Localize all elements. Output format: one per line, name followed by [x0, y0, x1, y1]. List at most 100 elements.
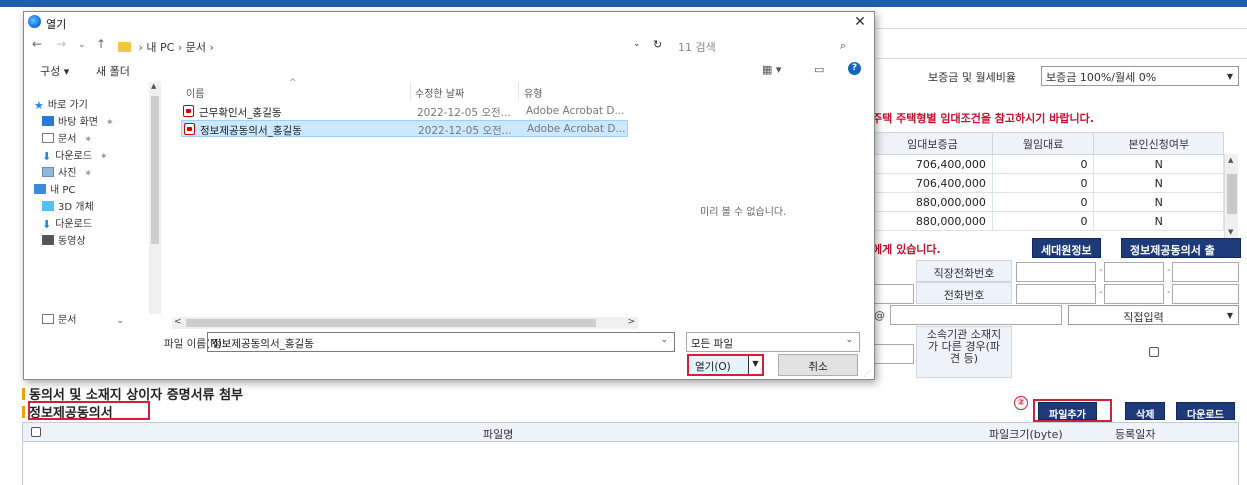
rent-table: 임대보증금 월임대료 본인신청여부 706,400,000 0 N 706,40…: [872, 132, 1224, 231]
section-marker: [22, 388, 25, 400]
view-options-icon[interactable]: ▦ ▾: [762, 63, 781, 76]
dash: -: [1099, 265, 1103, 276]
scrollbar-thumb[interactable]: [151, 96, 159, 244]
email-domain-value: 직접입력: [1123, 311, 1164, 324]
step-2-marker: ②: [1014, 396, 1028, 410]
breadcrumb-documents[interactable]: 문서: [186, 41, 206, 54]
nav-label: 사진: [58, 168, 77, 179]
cancel-button[interactable]: 취소: [778, 354, 858, 376]
breadcrumb-separator: ›: [177, 41, 183, 54]
back-arrow-icon[interactable]: ←: [32, 37, 42, 51]
download-button[interactable]: 다운로드: [1176, 402, 1235, 421]
work-phone-last-input[interactable]: [1172, 262, 1239, 282]
browser-icon: [28, 15, 41, 28]
column-name[interactable]: 이름: [186, 85, 204, 100]
scroll-up-icon[interactable]: ▲: [151, 82, 156, 90]
work-phone-area-input[interactable]: [1016, 262, 1096, 282]
preview-pane-icon[interactable]: ▭: [814, 63, 824, 76]
phone-area-input[interactable]: [1016, 284, 1096, 304]
open-button-label: 열기(O): [695, 361, 731, 373]
nav-downloads[interactable]: ⬇ 다운로드 ✶: [42, 147, 108, 163]
nav-documents-bottom[interactable]: 문서 ⌄: [42, 311, 124, 326]
pin-icon: ✶: [84, 135, 92, 145]
scrollbar-thumb[interactable]: [186, 319, 596, 327]
nav-this-pc[interactable]: 내 PC: [34, 181, 75, 196]
file-name-value: 정보제공동의서_홍길동: [212, 338, 314, 350]
work-phone-mid-input[interactable]: [1104, 262, 1164, 282]
help-icon[interactable]: ?: [848, 62, 861, 75]
household-info-button[interactable]: 세대원정보: [1032, 238, 1101, 258]
file-row[interactable]: 근무확인서_홍길동 2022-12-05 오전... Adobe Acrobat…: [181, 103, 628, 120]
email-domain-select[interactable]: 직접입력 ▼: [1068, 305, 1239, 325]
consent-form-print-button[interactable]: 정보제공동의서 출: [1121, 238, 1241, 258]
cell-rent: 0: [991, 192, 1095, 212]
housing-type-notice: 주택 주택형별 임대조건을 참고하시기 바랍니다.: [872, 112, 1094, 125]
agency-address-checkbox[interactable]: [1149, 347, 1159, 357]
breadcrumb-pc[interactable]: 내 PC: [146, 41, 174, 54]
table-row[interactable]: 880,000,000 0 N: [872, 211, 1224, 231]
file-type-select[interactable]: 모든 파일 ⌄: [686, 332, 860, 352]
delete-button[interactable]: 삭제: [1125, 402, 1166, 421]
organize-menu[interactable]: 구성 ▾: [40, 63, 69, 79]
file-name-input[interactable]: 정보제공동의서_홍길동 ⌄: [207, 332, 675, 352]
nav-documents[interactable]: 문서 ✶: [42, 130, 92, 145]
refresh-icon[interactable]: ↻: [653, 38, 662, 51]
select-all-checkbox[interactable]: [31, 427, 41, 437]
search-input[interactable]: 11 검색 ⌕: [668, 36, 856, 56]
pc-icon: [34, 184, 46, 194]
email-domain-input[interactable]: [890, 305, 1062, 325]
column-modified[interactable]: 수정한 날짜: [415, 85, 464, 100]
table-row[interactable]: 880,000,000 0 N: [872, 192, 1224, 212]
nav-downloads-pc[interactable]: ⬇ 다운로드: [42, 215, 93, 231]
new-folder-button[interactable]: 새 폴더: [96, 63, 130, 79]
column-type[interactable]: 유형: [524, 85, 542, 100]
nav-desktop[interactable]: 바탕 화면 ✶: [42, 113, 114, 128]
forward-arrow-icon[interactable]: →: [56, 37, 66, 51]
3d-objects-icon: [42, 201, 54, 211]
nav-3d-objects[interactable]: 3D 개체: [42, 198, 94, 213]
file-name: 정보제공동의서_홍길동: [200, 125, 302, 137]
open-file-dialog: 열기 ✕ ← → ⌄ ↑ › 내 PC › 문서 › ⌄ ↻ 11 검색 ⌕ 구…: [23, 11, 875, 380]
chevron-down-icon[interactable]: ⌄: [116, 316, 124, 326]
phone-last-input[interactable]: [1172, 284, 1239, 304]
open-dropdown-icon[interactable]: ▼: [748, 356, 762, 374]
recent-locations-icon[interactable]: ⌄: [78, 40, 86, 50]
scroll-up-icon[interactable]: ▲: [1228, 156, 1233, 164]
pictures-icon: [42, 167, 54, 177]
address-bar[interactable]: › 내 PC › 문서 › ⌄ ↻: [118, 36, 674, 56]
close-icon[interactable]: ✕: [850, 14, 870, 30]
file-list-hscrollbar[interactable]: < >: [172, 317, 638, 329]
phone-mid-input[interactable]: [1104, 284, 1164, 304]
nav-label: 다운로드: [55, 151, 93, 162]
scroll-right-icon[interactable]: >: [627, 317, 635, 327]
table-row[interactable]: 706,400,000 0 N: [872, 154, 1224, 174]
chevron-down-icon[interactable]: ⌄: [633, 39, 641, 49]
nav-videos[interactable]: 동영상: [42, 232, 86, 247]
responsibility-notice: 에게 있습니다.: [872, 243, 941, 256]
chevron-down-icon[interactable]: ⌄: [660, 335, 668, 345]
nav-label: 내 PC: [50, 185, 76, 196]
scroll-down-icon[interactable]: ▼: [1228, 228, 1233, 236]
pin-icon: ✶: [100, 152, 108, 162]
nav-pictures[interactable]: 사진 ✶: [42, 164, 92, 179]
nav-pane-scrollbar[interactable]: ▲: [149, 82, 161, 314]
resize-grip-icon[interactable]: ⋰: [863, 369, 871, 378]
table-row[interactable]: 706,400,000 0 N: [872, 173, 1224, 193]
open-button[interactable]: 열기(O) ▼: [687, 354, 764, 376]
deposit-ratio-select[interactable]: 보증금 100%/월세 0% ▼: [1041, 66, 1239, 86]
up-arrow-icon[interactable]: ↑: [96, 37, 106, 51]
file-row-selected[interactable]: 정보제공동의서_홍길동 2022-12-05 오전... Adobe Acrob…: [181, 120, 628, 137]
sort-up-icon: ^: [289, 78, 297, 88]
nav-label: 다운로드: [55, 219, 93, 230]
star-icon: ★: [34, 99, 44, 112]
cell-self: N: [1093, 211, 1224, 231]
cell-deposit: 706,400,000: [872, 154, 993, 174]
scrollbar-thumb[interactable]: [1227, 174, 1237, 214]
rent-table-scrollbar[interactable]: ▲ ▼: [1224, 154, 1238, 238]
nav-quick-access[interactable]: ★ 바로 가기: [34, 96, 88, 112]
phone-prefix-input[interactable]: [872, 284, 914, 304]
nav-label: 문서: [58, 134, 77, 145]
scroll-left-icon[interactable]: <: [174, 317, 182, 327]
column-separator: [518, 82, 519, 100]
agency-prefix-input[interactable]: [872, 344, 914, 364]
